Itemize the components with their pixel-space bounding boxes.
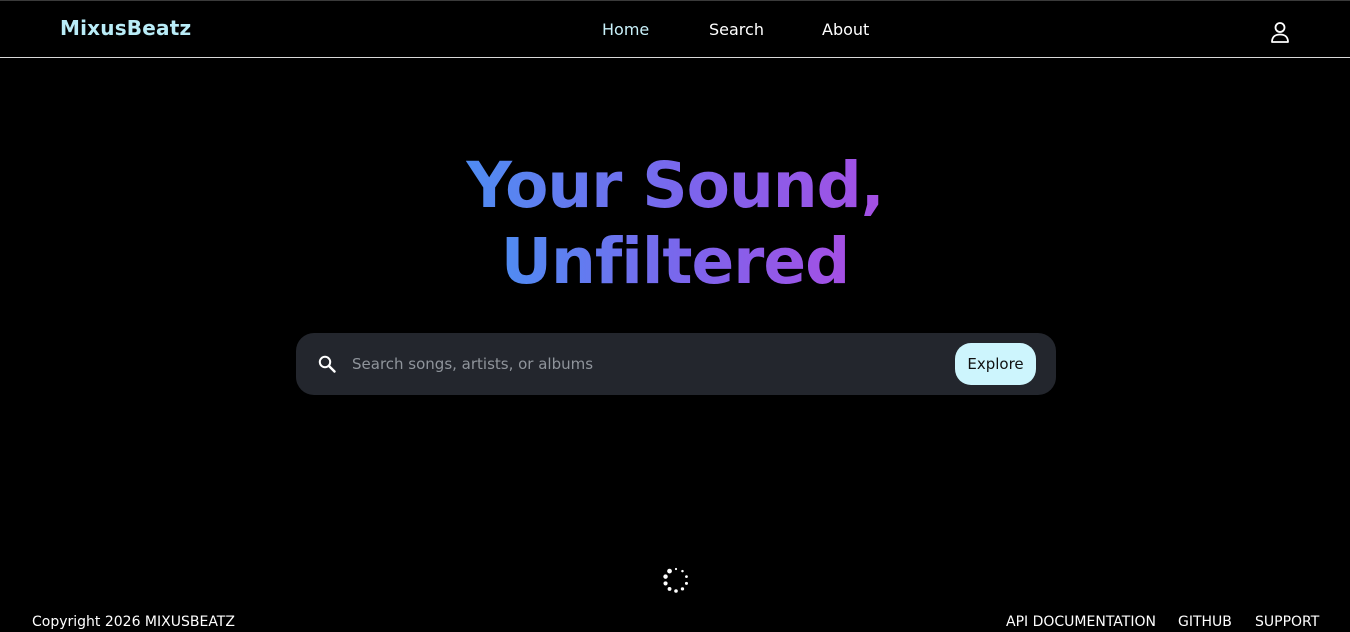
search-input[interactable] bbox=[352, 347, 932, 381]
spinner-dot bbox=[674, 589, 678, 593]
footer-link-github[interactable]: GITHUB bbox=[1178, 614, 1232, 630]
top-navbar: MixusBeatz Home Search About bbox=[0, 0, 1350, 58]
spinner-dot bbox=[663, 581, 668, 586]
search-bar: Explore bbox=[296, 333, 1056, 395]
spinner-dot bbox=[680, 587, 685, 591]
spinner-dot bbox=[684, 581, 688, 585]
user-account-button[interactable] bbox=[1267, 20, 1293, 44]
copyright-text: Copyright 2026 MIXUSBEATZ bbox=[32, 614, 235, 630]
hero-title: Your Sound, Unfiltered bbox=[0, 148, 1350, 300]
spinner-dot bbox=[667, 568, 672, 574]
loading-spinner-icon bbox=[663, 567, 688, 593]
search-icon bbox=[318, 355, 336, 373]
hero-title-line2: Unfiltered bbox=[500, 225, 850, 298]
nav-search[interactable]: Search bbox=[709, 20, 764, 39]
spinner-dot bbox=[685, 575, 688, 578]
spinner-dot bbox=[663, 574, 668, 579]
spinner-dot bbox=[667, 586, 672, 591]
nav-about[interactable]: About bbox=[822, 20, 869, 39]
main-nav: Home Search About bbox=[0, 20, 1350, 42]
explore-button[interactable]: Explore bbox=[955, 343, 1036, 385]
spinner-dot bbox=[681, 569, 684, 573]
hero-title-line1: Your Sound, bbox=[466, 149, 884, 222]
user-icon bbox=[1271, 22, 1289, 43]
nav-home[interactable]: Home bbox=[602, 20, 649, 39]
spinner-dot bbox=[674, 567, 678, 571]
footer-link-support[interactable]: SUPPORT bbox=[1255, 614, 1319, 630]
footer-link-api-docs[interactable]: API DOCUMENTATION bbox=[1006, 614, 1156, 630]
